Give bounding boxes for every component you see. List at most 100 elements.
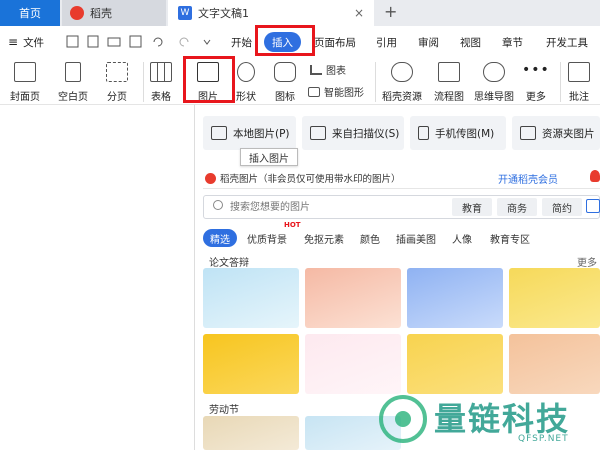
undo-icon <box>153 37 163 47</box>
tab-document[interactable]: W 文字文稿1 × <box>168 0 374 26</box>
ribbon-divider <box>375 62 376 102</box>
menu-developer[interactable]: 开发工具 <box>546 30 588 54</box>
export-icon <box>87 35 99 48</box>
thumbnail-image[interactable] <box>509 334 600 394</box>
thumbnail-image[interactable] <box>203 334 299 394</box>
menu-reference[interactable]: 引用 <box>376 30 397 54</box>
ribbon-divider <box>143 62 144 102</box>
category-portrait[interactable]: 人像 <box>452 231 472 246</box>
watermark-logo-icon <box>379 395 427 443</box>
mindmap-icon <box>483 62 505 82</box>
tab-document-label: 文字文稿1 <box>198 7 249 20</box>
category-illustration[interactable]: 插画美图 <box>396 231 436 246</box>
search-chip-education[interactable]: 教育 <box>452 198 492 216</box>
menu-start[interactable]: 开始 <box>231 30 252 54</box>
smart-art-button[interactable]: 智能图形 <box>308 84 364 99</box>
local-picture-button[interactable]: 本地图片(P) <box>203 116 296 150</box>
menu-review[interactable]: 审阅 <box>418 30 439 54</box>
icon-label: 图标 <box>275 92 295 103</box>
category-featured[interactable]: 精选 <box>203 229 237 247</box>
daoke-icon <box>590 170 600 182</box>
daoke-flame-icon <box>205 172 216 184</box>
chart-icon <box>310 64 322 75</box>
table-icon <box>150 62 172 82</box>
search-chip-simple[interactable]: 简约 <box>542 198 582 216</box>
chevron-down-icon <box>203 39 211 45</box>
file-menu[interactable]: ≡ 文件 <box>8 30 44 54</box>
shape-button[interactable]: 形状 <box>236 62 256 103</box>
daoke-banner: 稻壳图片（非会员仅可使用带水印的图片） <box>205 171 401 185</box>
icon-gallery-icon <box>274 62 296 82</box>
divider <box>203 188 600 189</box>
thumbnail-image[interactable] <box>305 268 401 328</box>
daoke-resource-label: 稻壳资源 <box>382 92 422 103</box>
more-link[interactable]: 更多 <box>577 254 597 269</box>
daoke-logo-icon <box>70 6 84 20</box>
resource-folder-button[interactable]: 资源夹图片 <box>512 116 600 150</box>
mindmap-label: 思维导图 <box>474 92 514 103</box>
tab-home[interactable]: 首页 <box>0 0 60 26</box>
category-color[interactable]: 颜色 <box>360 231 380 246</box>
comment-button[interactable]: 批注 <box>568 62 590 103</box>
daoke-resource-button[interactable]: 稻壳资源 <box>382 62 422 103</box>
section-title-labor-day: 劳动节 <box>209 405 239 416</box>
blank-page-button[interactable]: 空白页 <box>58 62 88 103</box>
menu-view[interactable]: 视图 <box>460 30 481 54</box>
thumbnail-image[interactable] <box>203 416 299 450</box>
redo-icon <box>179 37 189 47</box>
highlight-insert-box <box>255 25 315 56</box>
category-background[interactable]: 优质背景 <box>247 231 287 246</box>
flowchart-label: 流程图 <box>434 92 464 103</box>
new-tab-button[interactable]: + <box>384 2 397 21</box>
quick-access-toolbar <box>66 35 211 48</box>
phone-transfer-label: 手机传图(M) <box>435 127 495 140</box>
search-chip-business[interactable]: 商务 <box>497 198 537 216</box>
flowchart-button[interactable]: 流程图 <box>434 62 464 103</box>
shape-icon <box>237 62 255 82</box>
more-dots-icon: ••• <box>522 62 550 78</box>
thumbnail-image[interactable] <box>407 334 503 394</box>
print-icon <box>107 37 121 47</box>
thumbnail-image[interactable] <box>509 268 600 328</box>
phone-icon <box>418 126 429 140</box>
smart-art-label: 智能图形 <box>324 88 364 99</box>
file-menu-label: 文件 <box>23 36 45 49</box>
category-education[interactable]: 教育专区 <box>490 231 530 246</box>
resource-folder-label: 资源夹图片 <box>542 127 595 140</box>
tab-daoke[interactable]: 稻壳 <box>62 0 166 26</box>
ribbon-divider <box>560 62 561 102</box>
hot-badge: HOT <box>284 221 301 229</box>
watermark-domain: QFSP.NET <box>518 434 569 444</box>
thumbnail-image[interactable] <box>203 268 299 328</box>
scanner-button[interactable]: 来自扫描仪(S) <box>302 116 404 150</box>
open-membership-link[interactable]: 开通稻壳会员 <box>498 171 558 186</box>
image-search-icon[interactable] <box>586 199 600 213</box>
tab-daoke-label: 稻壳 <box>90 7 112 20</box>
preview-icon <box>129 35 142 48</box>
section-title-thesis: 论文答辩 <box>209 258 249 269</box>
table-button[interactable]: 表格 <box>150 62 172 103</box>
menu-section[interactable]: 章节 <box>502 30 523 54</box>
icon-button[interactable]: 图标 <box>274 62 296 103</box>
cover-page-icon <box>14 62 36 82</box>
search-input[interactable] <box>230 199 440 215</box>
smart-art-icon <box>308 86 320 97</box>
phone-transfer-button[interactable]: 手机传图(M) <box>410 116 506 150</box>
cover-page-button[interactable]: 封面页 <box>10 62 40 103</box>
mindmap-button[interactable]: 思维导图 <box>474 62 514 103</box>
highlight-picture-box <box>183 56 235 103</box>
watermark: 量链科技 QFSP.NET <box>378 390 600 450</box>
more-button[interactable]: ••• 更多 <box>522 62 550 103</box>
daoke-banner-text: 稻壳图片（非会员仅可使用带水印的图片） <box>220 174 401 185</box>
document-area[interactable] <box>0 104 194 450</box>
page-break-icon <box>106 62 128 82</box>
thumbnail-image[interactable] <box>407 268 503 328</box>
page-break-button[interactable]: 分页 <box>106 62 128 103</box>
category-cutout[interactable]: 免抠元素 <box>304 231 344 246</box>
close-icon[interactable]: × <box>354 6 364 20</box>
menu-page-layout[interactable]: 页面布局 <box>314 30 356 54</box>
thumbnail-image[interactable] <box>305 334 401 394</box>
comment-label: 批注 <box>569 92 589 103</box>
search-icon <box>213 200 223 210</box>
chart-button[interactable]: 图表 <box>310 62 346 77</box>
